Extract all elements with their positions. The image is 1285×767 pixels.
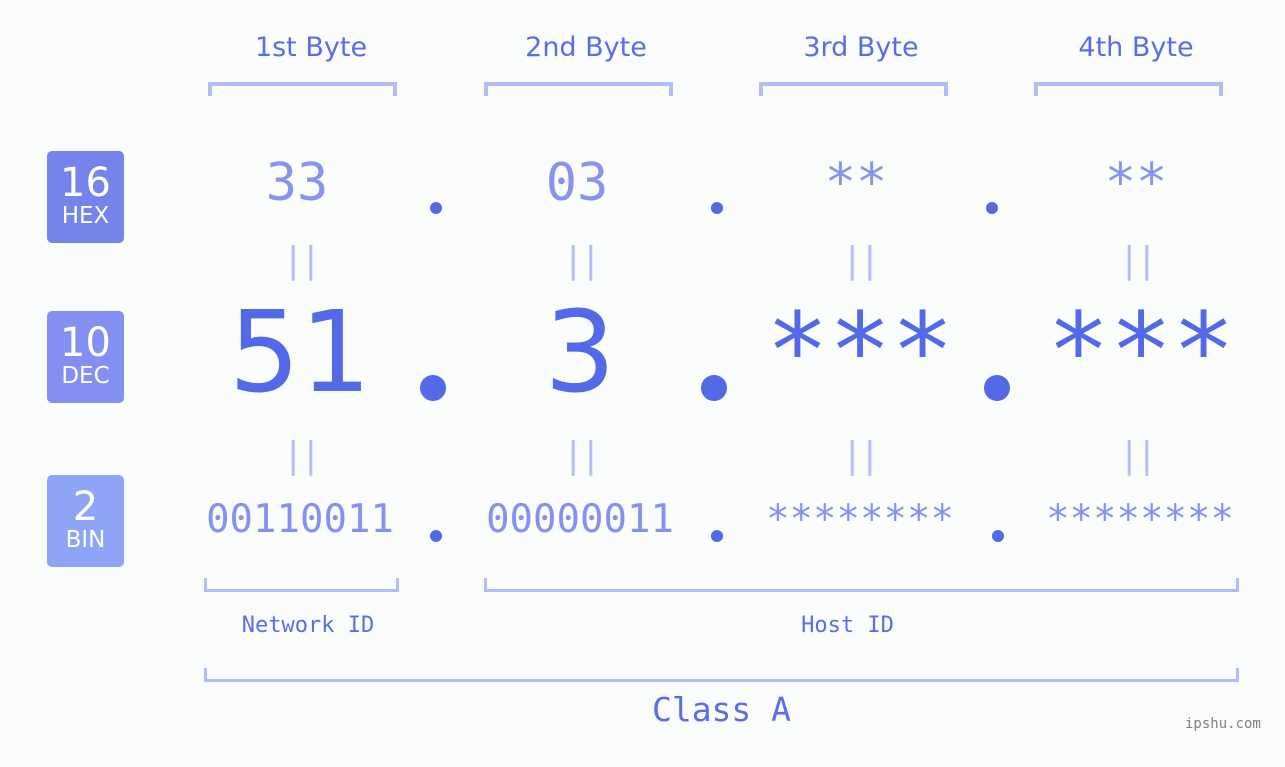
equals-hex-dec-3: || [841,240,880,281]
byte-bracket-4 [1034,82,1223,96]
dec-separator-dot-3 [984,375,1010,401]
bin-badge: 2 BIN [47,475,124,567]
class-bracket [204,668,1239,682]
bin-badge-label: BIN [65,527,106,553]
network-id-bracket [204,578,399,592]
bin-value-1: 00110011 [206,497,394,542]
hex-value-4: ** [1104,153,1168,213]
dec-badge-number: 10 [60,320,111,366]
hex-badge: 16 HEX [47,151,124,243]
bin-value-4: ******** [1046,497,1234,542]
bin-separator-dot-2 [711,530,723,542]
byte-header-1: 1st Byte [254,32,368,63]
equals-dec-bin-2: || [562,435,601,476]
dec-value-4: *** [1047,290,1235,412]
byte-header-4: 4th Byte [1078,32,1194,63]
host-id-label: Host ID [801,613,894,638]
dec-separator-dot-1 [420,375,446,401]
hex-value-1: 33 [265,153,329,213]
dec-badge: 10 DEC [47,311,124,403]
byte-header-2: 2nd Byte [525,32,647,63]
equals-dec-bin-4: || [1118,435,1157,476]
equals-dec-bin-3: || [841,435,880,476]
bin-value-3: ******** [766,497,954,542]
equals-hex-dec-4: || [1118,240,1157,281]
hex-badge-label: HEX [61,203,110,229]
hex-value-3: ** [824,153,888,213]
bin-separator-dot-3 [992,530,1004,542]
byte-bracket-1 [208,82,397,96]
dec-value-3: *** [766,290,954,412]
watermark: ipshu.com [1185,716,1261,732]
bin-separator-dot-1 [430,530,442,542]
byte-bracket-2 [484,82,673,96]
hex-separator-dot-1 [430,202,442,214]
equals-hex-dec-2: || [562,240,601,281]
hex-value-2: 03 [545,153,609,213]
class-label: Class A [651,690,792,729]
hex-separator-dot-2 [711,202,723,214]
equals-dec-bin-1: || [282,435,321,476]
network-id-label: Network ID [241,613,375,638]
hex-separator-dot-3 [986,202,998,214]
dec-separator-dot-2 [701,375,727,401]
dec-value-2: 3 [544,288,616,418]
hex-badge-number: 16 [60,160,111,206]
dec-value-1: 51 [228,288,372,418]
byte-bracket-3 [759,82,948,96]
host-id-bracket [484,578,1239,592]
byte-header-3: 3rd Byte [803,32,919,63]
equals-hex-dec-1: || [282,240,321,281]
dec-badge-label: DEC [61,363,110,389]
bin-value-2: 00000011 [486,497,674,542]
bin-badge-number: 2 [72,484,99,530]
